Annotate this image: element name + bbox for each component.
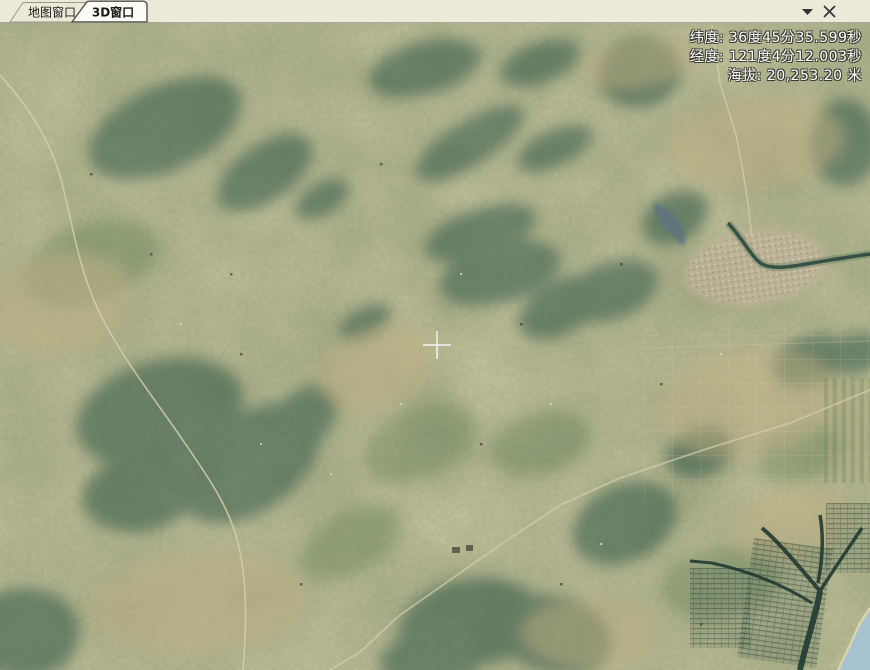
tone-overlay bbox=[0, 23, 870, 670]
tab-3d-window-label[interactable]: 3D窗口 bbox=[92, 5, 134, 20]
map-viewport: 纬度: 36度45分35.599秒 经度: 121度4分12.003秒 海拔: … bbox=[0, 23, 870, 670]
satellite-map[interactable] bbox=[0, 23, 870, 670]
tab-map-window-label[interactable]: 地图窗口 bbox=[28, 6, 76, 20]
tab-bar: 地图窗口 3D窗口 bbox=[0, 0, 870, 23]
3d-map-window: 地图窗口 3D窗口 bbox=[0, 0, 870, 670]
